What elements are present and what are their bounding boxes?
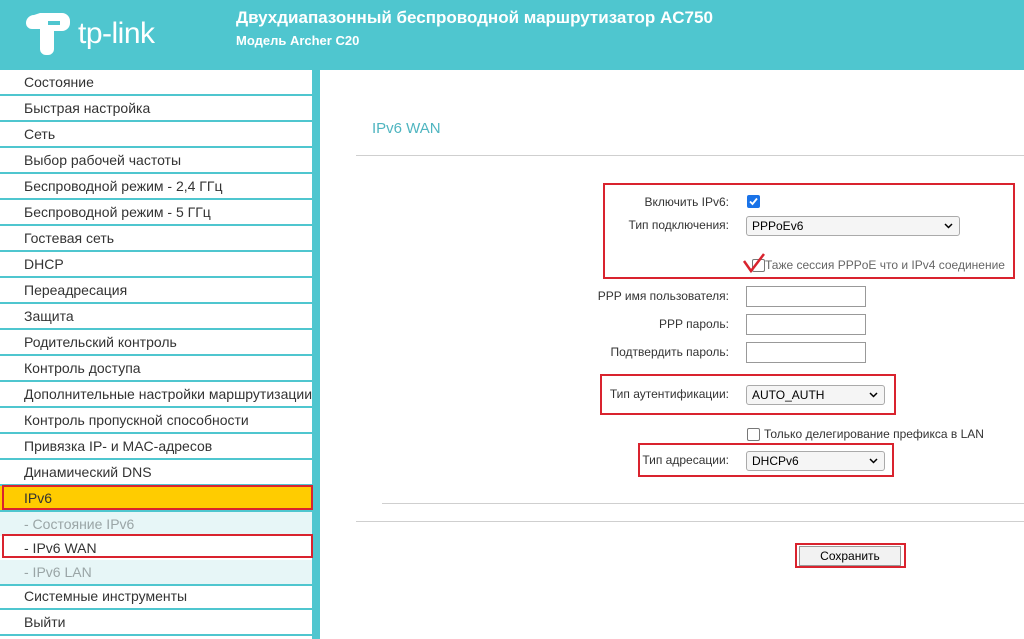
- top-divider: [356, 155, 1024, 156]
- tp-link-logo: tp-link: [22, 9, 162, 57]
- sidebar-item-network[interactable]: Сеть: [0, 122, 312, 148]
- sidebar-item-wireless-24[interactable]: Беспроводной режим - 2,4 ГГц: [0, 174, 312, 200]
- sidebar-item-guest-network[interactable]: Гостевая сеть: [0, 226, 312, 252]
- ipv6-wan-menu-highlight: [2, 534, 313, 558]
- auth-type-highlight: [600, 374, 896, 415]
- header: tp-link Двухдиапазонный беспроводной мар…: [0, 0, 1024, 70]
- sidebar-item-parental-control[interactable]: Родительский контроль: [0, 330, 312, 356]
- sidebar-item-quick-setup[interactable]: Быстрая настройка: [0, 96, 312, 122]
- connection-settings-highlight: [603, 183, 1015, 279]
- prefix-delegation-label: Только делегирование префикса в LAN: [764, 427, 984, 441]
- confirm-password-label: Подтвердить пароль:: [610, 345, 729, 359]
- sidebar-item-advanced-routing[interactable]: Дополнительные настройки маршрутизации: [0, 382, 312, 408]
- sidebar-item-frequency[interactable]: Выбор рабочей частоты: [0, 148, 312, 174]
- middle-divider: [382, 503, 1024, 504]
- model-subtitle: Модель Archer C20: [236, 33, 360, 48]
- tp-link-logo-icon: [26, 13, 70, 55]
- ppp-password-field[interactable]: [746, 314, 866, 335]
- sidebar-item-ipv6-lan[interactable]: - IPv6 LAN: [0, 560, 312, 586]
- sidebar-item-logout[interactable]: Выйти: [0, 610, 312, 636]
- sidebar-item-status[interactable]: Состояние: [0, 70, 312, 96]
- addressing-type-highlight: [638, 443, 894, 477]
- save-button-highlight: [795, 543, 906, 568]
- ppp-password-label: PPP пароль:: [659, 317, 729, 331]
- ppp-username-label: PPP имя пользователя:: [597, 289, 729, 303]
- sidebar-item-ddns[interactable]: Динамический DNS: [0, 460, 312, 486]
- ppp-username-field[interactable]: [746, 286, 866, 307]
- sidebar-item-dhcp[interactable]: DHCP: [0, 252, 312, 278]
- page-title: Двухдиапазонный беспроводной маршрутизат…: [236, 8, 713, 27]
- sidebar-item-bandwidth-control[interactable]: Контроль пропускной способности: [0, 408, 312, 434]
- sidebar-item-security[interactable]: Защита: [0, 304, 312, 330]
- confirm-password-field[interactable]: [746, 342, 866, 363]
- sidebar-item-wireless-5[interactable]: Беспроводной режим - 5 ГГц: [0, 200, 312, 226]
- sidebar-item-ip-mac-binding[interactable]: Привязка IP- и MAC-адресов: [0, 434, 312, 460]
- bottom-divider: [356, 521, 1024, 522]
- section-title: IPv6 WAN: [372, 120, 441, 137]
- sidebar-item-forwarding[interactable]: Переадресация: [0, 278, 312, 304]
- prefix-delegation-checkbox[interactable]: [747, 428, 760, 441]
- ipv6-menu-highlight: [2, 485, 313, 510]
- brand-name: tp-link: [78, 17, 155, 50]
- sidebar-item-access-control[interactable]: Контроль доступа: [0, 356, 312, 382]
- sidebar-item-system-tools[interactable]: Системные инструменты: [0, 584, 312, 610]
